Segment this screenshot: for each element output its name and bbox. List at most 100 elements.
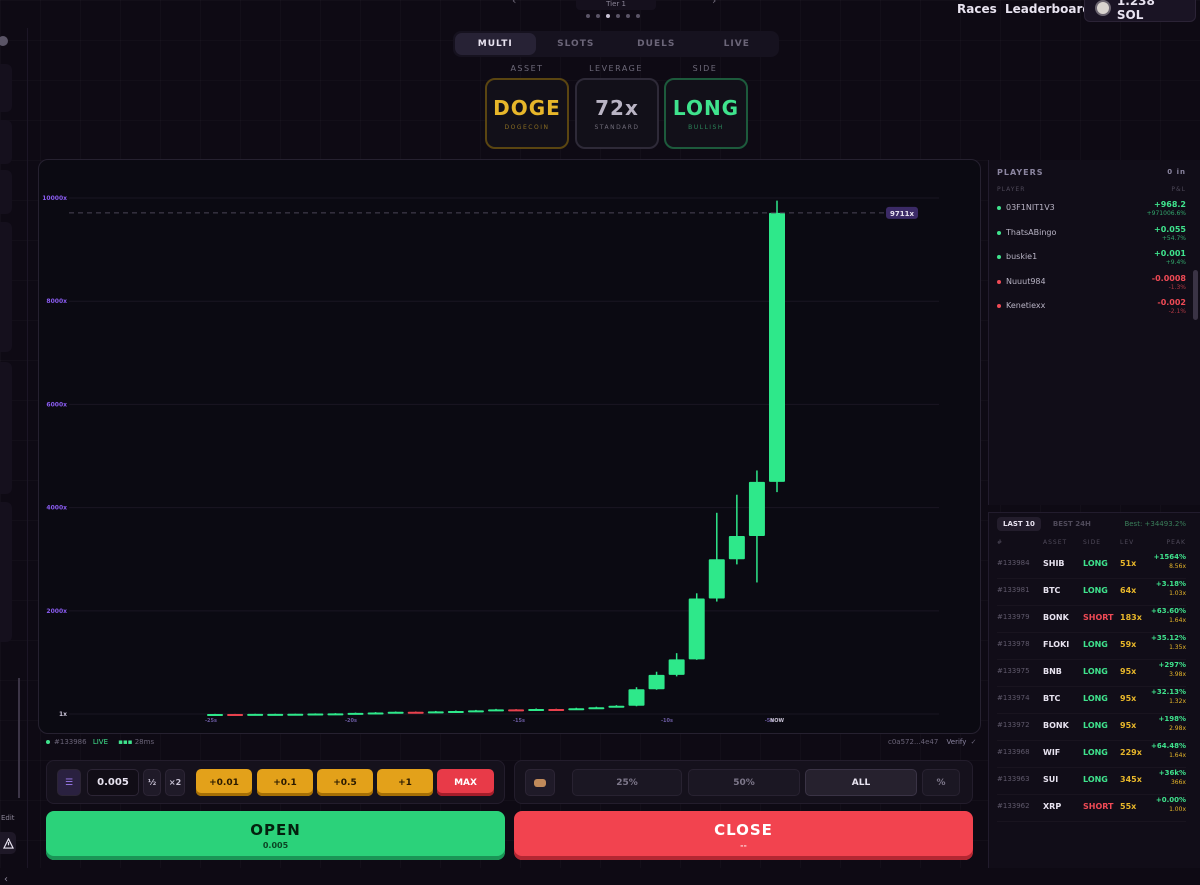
- player-pnl-pct: -1.3%: [1168, 283, 1186, 291]
- tab-last10[interactable]: LAST 10: [997, 517, 1041, 531]
- player-row[interactable]: ThatsABingo +0.055 +54.7%: [997, 225, 1186, 247]
- open-button[interactable]: OPEN 0.005: [46, 811, 505, 860]
- nav-leaderboard-link[interactable]: Leaderboard: [1005, 2, 1091, 16]
- tier-dot[interactable]: [586, 14, 590, 18]
- pct-all-button[interactable]: ALL: [805, 769, 917, 796]
- asset-selector[interactable]: DOGE DOGECOIN: [485, 78, 569, 149]
- round-side: SHORT: [1083, 802, 1114, 811]
- round-peak: +35.12%: [1150, 634, 1186, 642]
- player-pnl-pct: -2.1%: [1168, 308, 1186, 315]
- round-peak-mult: 1.00x: [1169, 806, 1186, 813]
- player-status-dot: [997, 255, 1001, 259]
- player-row[interactable]: buskie1 +0.001 +9.4%: [997, 249, 1186, 271]
- candle-body: [648, 674, 665, 690]
- add-0-5-button[interactable]: +0.5: [317, 769, 373, 796]
- round-asset: WIF: [1043, 748, 1061, 757]
- round-row[interactable]: #133974 BTC LONG 95x +32.13% 1.32x: [997, 688, 1186, 714]
- players-scrollbar[interactable]: [1193, 270, 1198, 320]
- col-asset: ASSET: [1043, 539, 1068, 546]
- col-pnl: P&L: [1171, 186, 1186, 193]
- candle-body: [508, 709, 525, 712]
- candle-body: [307, 713, 324, 716]
- round-row[interactable]: #133972 BONK LONG 95x +198% 2.98x: [997, 715, 1186, 741]
- round-hash: c0a572...4e47: [888, 738, 939, 746]
- close-button[interactable]: CLOSE --: [514, 811, 973, 860]
- side-selector[interactable]: LONG BULLISH: [664, 78, 748, 149]
- rail-item[interactable]: [0, 222, 12, 352]
- round-row[interactable]: #133968 WIF LONG 229x +64.48% 1.64x: [997, 742, 1186, 768]
- price-chart[interactable]: 1x 2000x 4000x 6000x 8000x 10000x -25s -20s -15s…: [38, 159, 981, 734]
- player-row[interactable]: 03F1NIT1V3 +968.2 +971006.6%: [997, 200, 1186, 222]
- leverage-selector[interactable]: 72x STANDARD: [575, 78, 659, 149]
- bet-amount-input[interactable]: 0.005: [87, 769, 139, 796]
- add-0-01-button[interactable]: +0.01: [196, 769, 252, 796]
- rail-close-icon[interactable]: [0, 36, 8, 46]
- max-button[interactable]: MAX: [437, 769, 494, 796]
- rail-item[interactable]: [0, 64, 12, 112]
- tier-prev-chevron-icon[interactable]: ‹: [512, 0, 516, 7]
- tier-dot[interactable]: [616, 14, 620, 18]
- nav-races-link[interactable]: Races: [957, 2, 997, 16]
- pct-50-button[interactable]: 50%: [688, 769, 800, 796]
- live-dot-icon: [46, 740, 50, 744]
- tab-multi[interactable]: MULTI: [455, 33, 536, 55]
- player-row[interactable]: Nuuut984 -0.0008 -1.3%: [997, 274, 1186, 296]
- add-1-button[interactable]: +1: [377, 769, 433, 796]
- tab-best24h[interactable]: BEST 24H: [1047, 517, 1097, 531]
- player-name: Kenetiexx: [1006, 301, 1046, 310]
- round-side: LONG: [1083, 721, 1108, 730]
- tier-dot[interactable]: [626, 14, 630, 18]
- tab-duels[interactable]: DUELS: [616, 33, 697, 55]
- wallet-button[interactable]: 1.238 SOL: [1084, 0, 1196, 22]
- warning-button[interactable]: [0, 832, 16, 854]
- wallet-toggle-button[interactable]: [525, 769, 555, 796]
- rail-item[interactable]: [0, 502, 12, 642]
- pct-25-button[interactable]: 25%: [572, 769, 682, 796]
- verify-link[interactable]: Verify: [947, 738, 967, 746]
- tier-dot-active[interactable]: [606, 14, 610, 18]
- chart-footer-right: c0a572...4e47 Verify ✓: [888, 738, 977, 746]
- round-row[interactable]: #133978 FLOKI LONG 59x +35.12% 1.35x: [997, 634, 1186, 660]
- chart-footer-left: #133986 LIVE ▪▪▪ 28ms: [46, 738, 154, 746]
- round-row[interactable]: #133963 SUI LONG 345x +36k% 366x: [997, 769, 1186, 795]
- candle-body: [769, 212, 785, 482]
- round-leverage: 95x: [1120, 721, 1137, 730]
- custom-pct-button[interactable]: %: [922, 769, 960, 796]
- round-row[interactable]: #133984 SHIB LONG 51x +1564% 8.56x: [997, 553, 1186, 579]
- player-pnl-pct: +9.4%: [1165, 259, 1186, 266]
- round-row[interactable]: #133979 BONK SHORT 183x +63.60% 1.64x: [997, 607, 1186, 633]
- round-row[interactable]: #133981 BTC LONG 64x +3.18% 1.03x: [997, 580, 1186, 606]
- rail-scrollbar[interactable]: [18, 678, 20, 798]
- tier-next-chevron-icon[interactable]: ›: [712, 0, 716, 7]
- candle-body: [748, 481, 765, 537]
- tab-slots[interactable]: SLOTS: [536, 33, 617, 55]
- rail-item[interactable]: [0, 120, 12, 164]
- double-button[interactable]: ×2: [165, 769, 185, 796]
- round-side: LONG: [1083, 640, 1108, 649]
- candle-body: [688, 598, 705, 660]
- tab-live[interactable]: LIVE: [697, 33, 778, 55]
- leverage-label: LEVERAGE: [589, 64, 643, 73]
- collapse-chevron-icon[interactable]: ‹: [4, 874, 8, 885]
- round-row[interactable]: #133962 XRP SHORT 55x +0.00% 1.00x: [997, 796, 1186, 822]
- round-leverage: 51x: [1120, 559, 1137, 568]
- candle-body: [207, 713, 223, 716]
- round-leverage: 59x: [1120, 640, 1137, 649]
- round-side: LONG: [1083, 775, 1108, 784]
- half-button[interactable]: ½: [143, 769, 161, 796]
- players-count: 0 in: [1167, 168, 1186, 176]
- rail-item[interactable]: [0, 170, 12, 214]
- round-leverage: 95x: [1120, 667, 1137, 676]
- menu-button[interactable]: ☰: [57, 769, 81, 796]
- tier-dot[interactable]: [636, 14, 640, 18]
- add-0-1-button[interactable]: +0.1: [257, 769, 313, 796]
- tier-dot[interactable]: [596, 14, 600, 18]
- rail-item[interactable]: [0, 362, 12, 494]
- edit-link[interactable]: Edit: [1, 814, 15, 822]
- round-row[interactable]: #133975 BNB LONG 95x +297% 3.98x: [997, 661, 1186, 687]
- player-name: buskie1: [1006, 252, 1038, 261]
- player-status-dot: [997, 304, 1001, 308]
- candle-body: [467, 710, 484, 713]
- player-row[interactable]: Kenetiexx -0.002 -2.1%: [997, 298, 1186, 320]
- tier-label: Tier 1: [606, 0, 626, 8]
